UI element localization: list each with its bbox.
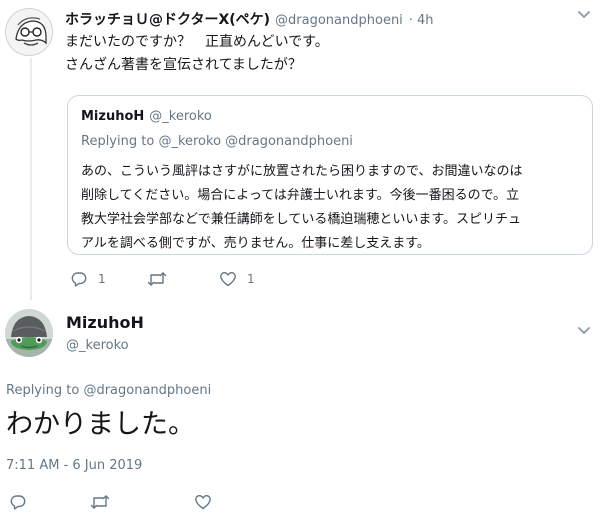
reply-button[interactable]: 1 bbox=[70, 270, 106, 288]
quoted-text-line: 教大学社会学部などで兼任講師をしている橋迫瑞穂といいます。スピリチュ bbox=[81, 212, 522, 227]
quoted-tweet-text: あの、こういう風評はさすがに放置されたら困りますので、お間違いなのは 削除してく… bbox=[81, 160, 522, 256]
frog-avatar-icon bbox=[5, 309, 53, 357]
replying-to-label: Replying to bbox=[81, 134, 155, 149]
separator-dot: · bbox=[408, 13, 413, 28]
replying-to: Replying to @dragonandphoeni bbox=[6, 383, 211, 398]
retweet-icon bbox=[147, 272, 167, 286]
avatar-illustration-icon bbox=[6, 9, 52, 55]
retweet-icon bbox=[90, 495, 110, 509]
display-name[interactable]: ホラッチョＵ@ドクターX(ペケ) bbox=[65, 9, 270, 29]
quoted-user-handle: @_keroko bbox=[149, 109, 212, 124]
quoted-tweet-card[interactable]: MizuhoH @_keroko Replying to @_keroko @d… bbox=[67, 95, 593, 255]
tweet-text-line: まだいたのですか？ 正直めんどいです。 bbox=[65, 34, 329, 50]
replying-to-label: Replying to bbox=[6, 383, 80, 398]
reply-button[interactable] bbox=[9, 493, 27, 511]
tweet-text: わかりました。 bbox=[6, 409, 195, 440]
quoted-text-line: アルを調べる側ですが、売りません。仕事に差し支えます。 bbox=[81, 236, 430, 251]
quoted-text-line: あの、こういう風評はさすがに放置されたら困りますので、お間違いなのは bbox=[81, 164, 523, 179]
display-name[interactable]: MizuhoH bbox=[66, 313, 144, 332]
user-handle[interactable]: @_keroko bbox=[66, 338, 129, 353]
chevron-down-icon[interactable] bbox=[577, 326, 591, 336]
quoted-tweet-header: MizuhoH @_keroko bbox=[81, 109, 212, 124]
quoted-display-name: MizuhoH bbox=[81, 109, 145, 124]
replying-to-handles: @_keroko @dragonandphoeni bbox=[158, 134, 353, 149]
avatar[interactable] bbox=[5, 309, 53, 357]
like-button[interactable]: 1 bbox=[219, 270, 255, 288]
tweet-text-line: さんざん著書を宣伝されてましたが？ bbox=[65, 57, 302, 73]
tweet-header: ホラッチョＵ@ドクターX(ペケ) @dragonandphoeni · 4h bbox=[65, 9, 433, 29]
user-handle[interactable]: @dragonandphoeni bbox=[275, 13, 403, 28]
reply-icon bbox=[10, 495, 26, 510]
like-button[interactable] bbox=[194, 493, 212, 511]
heart-icon bbox=[195, 495, 211, 510]
tweet-text: まだいたのですか？ 正直めんどいです。 さんざん著書を宣伝されてましたが？ bbox=[65, 31, 329, 77]
chevron-down-icon[interactable] bbox=[577, 10, 591, 20]
quoted-text-line: 削除してください。場合によっては弁護士いれます。今後一番困るので。立 bbox=[81, 188, 520, 203]
like-count: 1 bbox=[247, 272, 255, 286]
tweet-time[interactable]: 4h bbox=[417, 13, 434, 28]
quoted-replying-to: Replying to @_keroko @dragonandphoeni bbox=[81, 134, 353, 149]
tweet-timestamp[interactable]: 7:11 AM - 6 Jun 2019 bbox=[6, 458, 142, 473]
replying-to-handle-link[interactable]: @dragonandphoeni bbox=[83, 383, 211, 398]
heart-icon bbox=[220, 272, 236, 287]
retweet-button[interactable] bbox=[90, 493, 110, 511]
thread-connector-line bbox=[30, 58, 32, 300]
retweet-button[interactable] bbox=[147, 270, 177, 288]
reply-count: 1 bbox=[98, 272, 106, 286]
avatar[interactable] bbox=[5, 8, 53, 56]
reply-icon bbox=[71, 272, 87, 287]
